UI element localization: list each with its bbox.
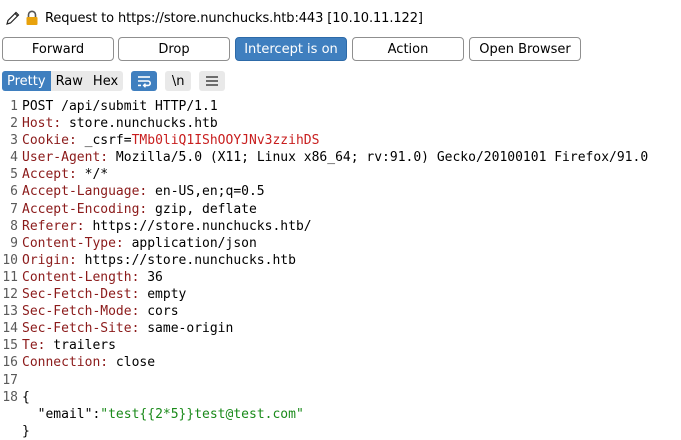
line-number: 7 [10,201,18,217]
header-name: User-Agent [22,150,101,166]
line-number: 11 [2,269,18,285]
code-line: 5 Accept: */* [0,166,681,183]
header-name: Content-Length [22,269,132,285]
tab-raw[interactable]: Raw [50,71,88,91]
header-value: Mozilla/5.0 (X11; Linux x86_64; rv:91.0)… [108,150,649,166]
code-line: 11 Content-Length: 36 [0,269,681,286]
header-name: Origin [22,252,69,268]
window-title: Request to https://store.nunchucks.htb:4… [45,10,423,26]
header-value: 36 [139,269,163,285]
code-line: 4 User-Agent: Mozilla/5.0 (X11; Linux x8… [0,149,681,166]
header-name: Host [22,116,54,132]
code-line: 16 Connection: close [0,354,681,371]
request-line: POST /api/submit HTTP/1.1 [22,99,218,114]
show-newlines-button[interactable]: \n [165,71,192,91]
line-number: 9 [10,235,18,251]
header-name: Referer [22,218,77,234]
json-close-brace: } [22,423,30,439]
view-toolbar: Pretty Raw Hex \n [2,70,226,92]
header-value: https://store.nunchucks.htb [76,252,296,268]
header-value: cors [139,304,179,320]
line-number: 10 [2,252,18,268]
header-name: Accept [22,167,69,183]
code-line: 2 Host: store.nunchucks.htb [0,115,681,132]
line-number: 2 [10,116,18,132]
line-number: 13 [2,304,18,320]
hamburger-icon [206,76,219,86]
line-number: 15 [2,338,18,354]
header-value: */* [76,167,109,183]
request-editor[interactable]: 1 POST /api/submit HTTP/1.1 2 Host: stor… [0,98,681,440]
code-line: 8 Referer: https://store.nunchucks.htb/ [0,218,681,235]
pencil-icon [6,11,20,25]
line-number: 5 [10,167,18,183]
header-name: Te [22,338,38,354]
header-value: same-origin [139,321,234,337]
header-name: Accept-Language [22,184,140,200]
line-number: 3 [10,133,18,149]
line-number: 6 [10,184,18,200]
code-line: 3 Cookie: _csrf=TMb0liQ1IShOOYJNv3zzihDS [0,132,681,149]
line-number: 12 [2,287,18,303]
json-key: "email" [22,406,93,422]
header-name: Sec-Fetch-Mode [22,304,132,320]
code-line: 13 Sec-Fetch-Mode: cors [0,303,681,320]
header-value: gzip, deflate [147,201,257,217]
header-value: application/json [123,235,257,251]
code-line: } [0,423,681,440]
line-number: 18 [2,389,18,405]
json-value: "test{{2*5}}test@test.com" [100,406,304,422]
line-number: 4 [10,150,18,166]
code-line: 14 Sec-Fetch-Site: same-origin [0,320,681,337]
header-value: empty [139,287,187,303]
header-name: Content-Type [22,235,116,251]
lock-icon [26,10,38,25]
code-line: 10 Origin: https://store.nunchucks.htb [0,252,681,269]
csrf-token-value: TMb0liQ1IShOOYJNv3zzihDS [131,133,320,149]
code-line: 6 Accept-Language: en-US,en;q=0.5 [0,183,681,200]
line-number: 8 [10,218,18,234]
line-number: 1 [10,99,18,114]
header-name: Sec-Fetch-Dest [22,287,132,303]
code-line: 18 { [0,389,681,406]
line-number: 16 [2,355,18,371]
tab-pretty[interactable]: Pretty [2,71,51,91]
header-name: Accept-Encoding [22,201,140,217]
title-bar: Request to https://store.nunchucks.htb:4… [0,0,681,36]
line-number: 14 [2,321,18,337]
json-open-brace: { [22,389,30,405]
code-line: 12 Sec-Fetch-Dest: empty [0,286,681,303]
drop-button[interactable]: Drop [118,37,230,61]
header-value: en-US,en;q=0.5 [147,184,265,200]
line-number: 17 [2,372,18,388]
tab-hex[interactable]: Hex [87,71,124,91]
header-name: Sec-Fetch-Site [22,321,132,337]
code-line: 1 POST /api/submit HTTP/1.1 [0,98,681,115]
header-value: trailers [45,338,116,354]
code-line: "email":"test{{2*5}}test@test.com" [22,406,304,422]
header-value: store.nunchucks.htb [61,116,218,132]
intercept-toolbar: Forward Drop Intercept is on Action Open… [0,37,681,61]
header-name: Cookie [22,133,69,149]
header-name: Connection [22,355,101,371]
open-browser-button[interactable]: Open Browser [469,37,581,61]
intercept-toggle-button[interactable]: Intercept is on [235,37,347,61]
action-button[interactable]: Action [352,37,464,61]
header-value: _csrf= [76,133,132,149]
code-line: 15 Te: trailers [0,337,681,354]
forward-button[interactable]: Forward [2,37,114,61]
code-line: 7 Accept-Encoding: gzip, deflate [0,201,681,218]
header-value: https://store.nunchucks.htb/ [84,218,312,234]
code-line: 9 Content-Type: application/json [0,235,681,252]
menu-button[interactable] [199,71,226,91]
wrap-lines-icon [138,76,152,88]
code-line: 17 [0,372,681,389]
header-value: close [108,355,156,371]
wrap-lines-button[interactable] [131,71,158,91]
